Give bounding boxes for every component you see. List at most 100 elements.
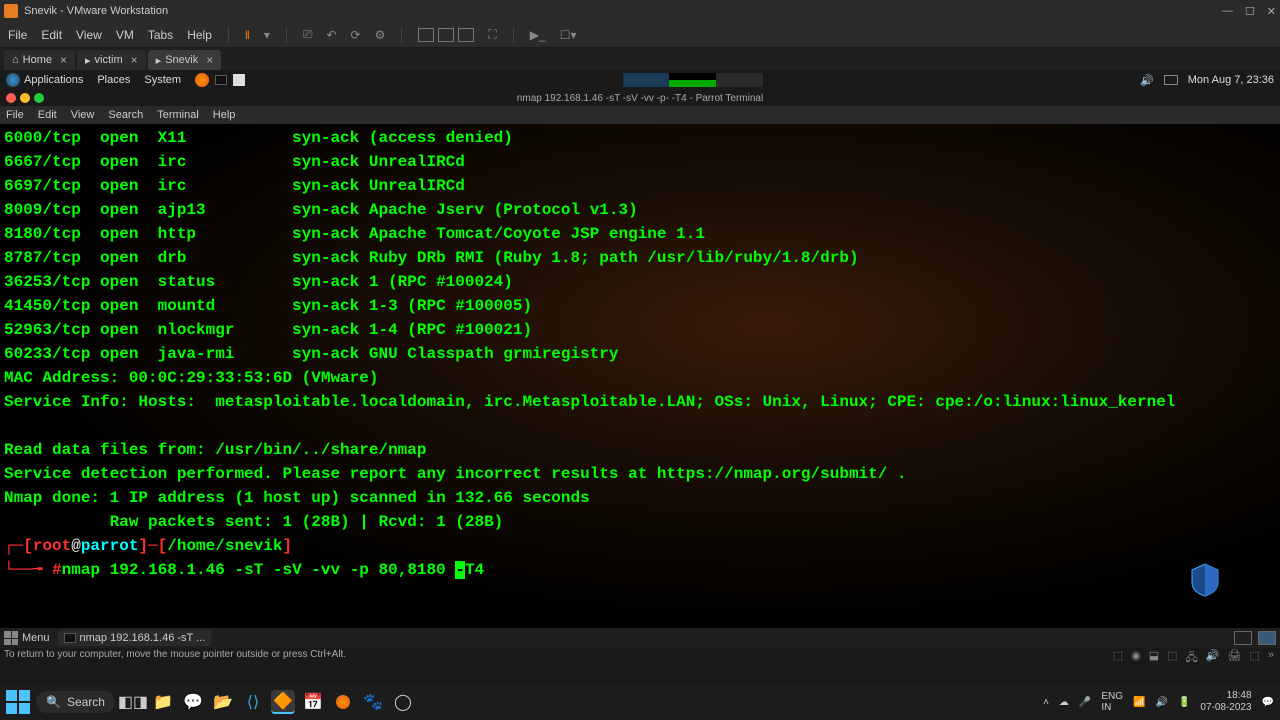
notifications-icon[interactable]: 💬 bbox=[1262, 697, 1274, 708]
language-indicator[interactable]: ENG IN bbox=[1101, 691, 1123, 713]
teams-icon[interactable]: 💬 bbox=[181, 690, 205, 714]
volume-icon[interactable]: 🔊 bbox=[1155, 697, 1167, 708]
menu-help[interactable]: Help bbox=[187, 28, 212, 42]
device-icon[interactable]: 🖨 bbox=[1228, 649, 1242, 668]
battery-icon[interactable]: 🔋 bbox=[1178, 697, 1190, 708]
sound-icon[interactable]: 🔊 bbox=[1140, 74, 1154, 87]
revert-icon[interactable]: ↶ bbox=[326, 28, 336, 42]
layout-icons[interactable] bbox=[418, 28, 474, 42]
wifi-icon[interactable]: 📶 bbox=[1133, 697, 1145, 708]
parrot-logo-icon[interactable] bbox=[6, 73, 20, 87]
vmware-icon[interactable]: 🔶 bbox=[271, 690, 295, 714]
workspace-icon[interactable] bbox=[1164, 75, 1178, 85]
obs-icon[interactable]: ◯ bbox=[391, 690, 415, 714]
vm-icon: ▸ bbox=[85, 54, 91, 67]
tab-victim[interactable]: ▸ victim × bbox=[77, 50, 146, 70]
menu-tabs[interactable]: Tabs bbox=[148, 28, 173, 42]
vscode-icon[interactable]: ⟨⟩ bbox=[241, 690, 265, 714]
minimize-button[interactable]: — bbox=[1222, 5, 1233, 18]
guest-taskbar: Menu nmap 192.168.1.46 -sT ... bbox=[0, 628, 1280, 648]
max-traffic-icon[interactable] bbox=[34, 93, 44, 103]
settings-icon[interactable]: ⚙ bbox=[375, 28, 386, 42]
terminal-window-title: nmap 192.168.1.46 -sT -sV -vv -p- -T4 - … bbox=[517, 93, 763, 104]
vmware-window-title: Snevik - VMware Workstation bbox=[24, 5, 1222, 17]
close-traffic-icon[interactable] bbox=[6, 93, 16, 103]
vm-icon: ▸ bbox=[156, 54, 162, 67]
onedrive-icon[interactable]: ☁ bbox=[1059, 697, 1069, 708]
fullscreen-icon[interactable]: ⛶ bbox=[488, 27, 496, 42]
home-icon: ⌂ bbox=[12, 54, 19, 66]
search-icon: 🔍 bbox=[46, 695, 61, 709]
tab-snevik[interactable]: ▸ Snevik × bbox=[148, 50, 222, 70]
close-icon[interactable]: × bbox=[60, 53, 67, 67]
vmware-logo-icon bbox=[4, 4, 18, 18]
tray-icon-1[interactable] bbox=[1234, 631, 1252, 645]
windows-start-button[interactable] bbox=[6, 690, 30, 714]
term-menu-help[interactable]: Help bbox=[213, 109, 236, 121]
panel-places[interactable]: Places bbox=[97, 74, 130, 86]
windows-clock[interactable]: 18:48 07-08-2023 bbox=[1200, 690, 1251, 714]
terminal-titlebar: nmap 192.168.1.46 -sT -sV -vv -p- -T4 - … bbox=[0, 90, 1280, 106]
term-menu-search[interactable]: Search bbox=[108, 109, 143, 121]
device-icon[interactable]: 🖧 bbox=[1186, 649, 1198, 668]
terminal-icon bbox=[64, 633, 76, 643]
tray-chevron-icon[interactable]: ˄ bbox=[1043, 697, 1049, 708]
mic-icon[interactable]: 🎤 bbox=[1079, 697, 1091, 708]
parrot-shield-icon bbox=[1190, 562, 1220, 598]
device-icon[interactable]: ◉ bbox=[1131, 649, 1141, 668]
close-icon[interactable]: × bbox=[131, 53, 138, 67]
device-icon[interactable]: ⬚ bbox=[1113, 649, 1123, 668]
firefox-icon[interactable] bbox=[195, 73, 209, 87]
resource-graph bbox=[623, 73, 763, 87]
term-menu-terminal[interactable]: Terminal bbox=[157, 109, 199, 121]
term-menu-edit[interactable]: Edit bbox=[38, 109, 57, 121]
panel-applications[interactable]: Applications bbox=[24, 74, 83, 86]
firefox-taskbar-icon[interactable] bbox=[331, 690, 355, 714]
device-icon[interactable]: ⬚ bbox=[1249, 649, 1259, 668]
close-icon[interactable]: × bbox=[206, 53, 213, 67]
menu-file[interactable]: File bbox=[8, 28, 27, 42]
notes-icon[interactable] bbox=[233, 74, 245, 86]
device-icon[interactable]: 🔊 bbox=[1206, 649, 1220, 668]
min-traffic-icon[interactable] bbox=[20, 93, 30, 103]
device-icon[interactable]: ⬓ bbox=[1149, 649, 1159, 668]
windows-search[interactable]: 🔍 Search bbox=[36, 691, 115, 713]
panel-clock[interactable]: Mon Aug 7, 23:36 bbox=[1188, 74, 1274, 86]
vmware-tabs: ⌂ Home × ▸ victim × ▸ Snevik × bbox=[0, 48, 1280, 70]
lang-line2: IN bbox=[1101, 702, 1123, 713]
chevron-icon[interactable]: » bbox=[1268, 649, 1274, 668]
terminal-launcher-icon[interactable] bbox=[215, 75, 227, 85]
pause-icon[interactable]: ‖ bbox=[245, 28, 250, 42]
calendar-icon[interactable]: 📅 bbox=[301, 690, 325, 714]
vmware-status-tray: ⬚ ◉ ⬓ ⬚ 🖧 🔊 🖨 ⬚ » bbox=[1113, 649, 1274, 668]
term-menu-view[interactable]: View bbox=[71, 109, 95, 121]
unity-icon[interactable]: ☐▾ bbox=[560, 28, 577, 42]
terminal-output[interactable]: 6000/tcp open X11 syn-ack (access denied… bbox=[0, 124, 1280, 628]
explorer-icon[interactable]: 📁 bbox=[151, 690, 175, 714]
snapshot-icon[interactable]: ⎚ bbox=[303, 27, 313, 42]
tray-icon-2[interactable] bbox=[1258, 631, 1276, 645]
console-icon[interactable]: ▶_ bbox=[530, 28, 546, 42]
taskview-icon[interactable]: ◧◨ bbox=[121, 690, 145, 714]
guest-panel: Applications Places System 🔊 Mon Aug 7, … bbox=[0, 70, 1280, 90]
tab-label: Snevik bbox=[165, 54, 198, 66]
app-icon[interactable]: 🐾 bbox=[361, 690, 385, 714]
maximize-button[interactable]: ☐ bbox=[1245, 5, 1255, 18]
manage-icon[interactable]: ⟳ bbox=[351, 28, 361, 42]
guest-menu-button[interactable]: Menu bbox=[4, 631, 50, 645]
vmware-menubar: File Edit View VM Tabs Help ‖ ▾ ⎚ ↶ ⟳ ⚙ … bbox=[0, 22, 1280, 48]
panel-system[interactable]: System bbox=[144, 74, 181, 86]
menu-vm[interactable]: VM bbox=[116, 28, 134, 42]
terminal-menubar: File Edit View Search Terminal Help bbox=[0, 106, 1280, 124]
menu-view[interactable]: View bbox=[76, 28, 102, 42]
tab-home[interactable]: ⌂ Home × bbox=[4, 50, 75, 70]
taskbar-item-terminal[interactable]: nmap 192.168.1.46 -sT ... bbox=[58, 630, 212, 646]
dropdown-icon[interactable]: ▾ bbox=[264, 28, 270, 42]
menu-edit[interactable]: Edit bbox=[41, 28, 62, 42]
lang-line1: ENG bbox=[1101, 691, 1123, 702]
close-button[interactable]: ✕ bbox=[1267, 5, 1276, 18]
folder-icon[interactable]: 📂 bbox=[211, 690, 235, 714]
term-menu-file[interactable]: File bbox=[6, 109, 24, 121]
tab-label: Home bbox=[23, 54, 52, 66]
device-icon[interactable]: ⬚ bbox=[1167, 649, 1177, 668]
